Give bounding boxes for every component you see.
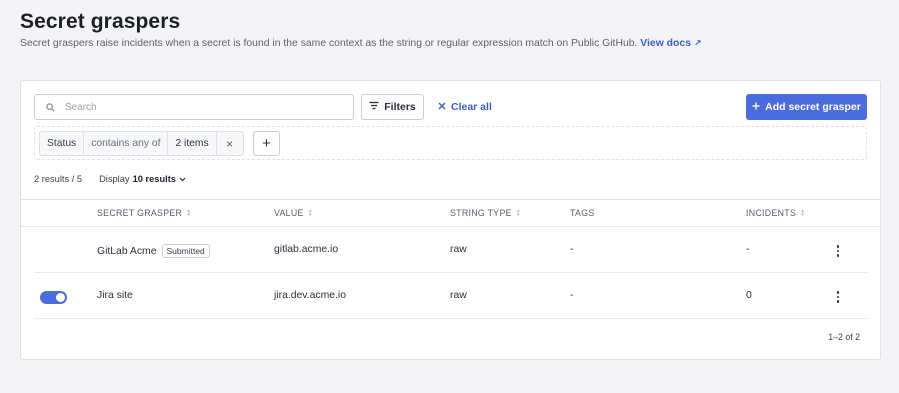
status-badge: Submitted xyxy=(161,244,210,258)
add-filter-button[interactable]: + xyxy=(253,131,280,156)
column-label: INCIDENTS xyxy=(746,208,797,218)
enabled-toggle[interactable] xyxy=(40,291,67,304)
clear-all-label: Clear all xyxy=(451,101,492,113)
string-type-cell: raw xyxy=(450,244,467,255)
display-value: 10 results xyxy=(132,174,176,184)
tags-cell: - xyxy=(570,244,574,255)
grasper-name[interactable]: Jira site xyxy=(97,290,133,301)
table-row[interactable]: GitLab Acme Submitted gitlab.acme.io raw… xyxy=(34,227,867,273)
chip-field: Status xyxy=(40,132,85,155)
view-docs-link[interactable]: View docs ↗ xyxy=(640,38,701,49)
more-actions-icon[interactable] xyxy=(834,244,842,258)
column-label: SECRET GRASPER xyxy=(97,208,183,218)
chip-value[interactable]: 2 items xyxy=(168,132,217,155)
clear-all-button[interactable]: Clear all xyxy=(438,94,492,120)
results-summary: 2 results / 5 Display 10 results xyxy=(34,174,186,184)
filter-icon xyxy=(369,101,379,113)
string-type-cell: raw xyxy=(450,290,467,301)
search-box[interactable] xyxy=(34,94,354,120)
grasper-name-cell: Jira site xyxy=(97,290,133,301)
plus-icon: + xyxy=(262,135,271,152)
sort-icon: ▲ ▼ xyxy=(800,208,806,218)
view-docs-label: View docs xyxy=(640,38,691,49)
secret-graspers-card: Filters Clear all Add secret grasper Sta… xyxy=(20,80,881,360)
column-label: TAGS xyxy=(570,208,595,218)
page-title: Secret graspers xyxy=(20,10,181,33)
grasper-name-cell: GitLab Acme Submitted xyxy=(97,244,210,258)
results-total: / 5 xyxy=(71,174,83,184)
sort-icon: ▲ ▼ xyxy=(515,208,522,218)
column-header-tags: TAGS xyxy=(570,208,595,218)
more-actions-icon[interactable] xyxy=(834,290,842,304)
search-input[interactable] xyxy=(65,101,335,113)
page-description: Secret graspers raise incidents when a s… xyxy=(20,38,701,49)
column-label: VALUE xyxy=(274,208,304,218)
add-button-label: Add secret grasper xyxy=(765,101,861,113)
search-icon xyxy=(35,102,65,112)
add-secret-grasper-button[interactable]: Add secret grasper xyxy=(746,94,867,120)
chevron-down-icon xyxy=(179,174,186,184)
active-filters: Status contains any of 2 items × + xyxy=(34,126,867,160)
column-header-value[interactable]: VALUE ▲ ▼ xyxy=(274,208,313,218)
pagination-info: 1–2 of 2 xyxy=(828,332,860,342)
tags-cell: - xyxy=(570,290,574,301)
incidents-cell: 0 xyxy=(746,290,752,301)
chip-operator[interactable]: contains any of xyxy=(84,132,169,155)
description-text: Secret graspers raise incidents when a s… xyxy=(20,38,638,49)
column-header-secret-grasper[interactable]: SECRET GRASPER ▲ ▼ xyxy=(97,208,191,218)
column-header-string-type[interactable]: STRING TYPE ▲ ▼ xyxy=(450,208,521,218)
sort-icon: ▲ ▼ xyxy=(186,208,192,218)
value-cell: jira.dev.acme.io xyxy=(274,290,346,301)
status-filter-chip[interactable]: Status contains any of 2 items × xyxy=(39,131,244,156)
remove-filter-icon[interactable]: × xyxy=(217,132,243,155)
display-label: Display xyxy=(99,174,130,184)
toggle-knob xyxy=(56,293,65,302)
table-row[interactable]: Jira site jira.dev.acme.io raw - 0 xyxy=(34,273,867,319)
filters-button[interactable]: Filters xyxy=(361,94,424,120)
value-cell: gitlab.acme.io xyxy=(274,244,339,255)
table-header: SECRET GRASPER ▲ ▼ VALUE ▲ ▼ STRING TYPE ▲… xyxy=(21,200,880,227)
close-icon xyxy=(438,101,446,113)
results-count: 2 results xyxy=(34,174,70,184)
display-count-select[interactable]: Display 10 results xyxy=(99,174,186,184)
incidents-cell: - xyxy=(746,244,750,255)
external-link-icon: ↗ xyxy=(693,38,702,48)
filters-label: Filters xyxy=(384,101,416,113)
secret-graspers-table: SECRET GRASPER ▲ ▼ VALUE ▲ ▼ STRING TYPE ▲… xyxy=(21,199,880,319)
plus-icon xyxy=(752,101,760,113)
column-header-incidents[interactable]: INCIDENTS ▲ ▼ xyxy=(746,208,805,218)
grasper-name[interactable]: GitLab Acme xyxy=(97,246,157,257)
column-label: STRING TYPE xyxy=(450,208,512,218)
sort-icon: ▲ ▼ xyxy=(307,208,313,218)
